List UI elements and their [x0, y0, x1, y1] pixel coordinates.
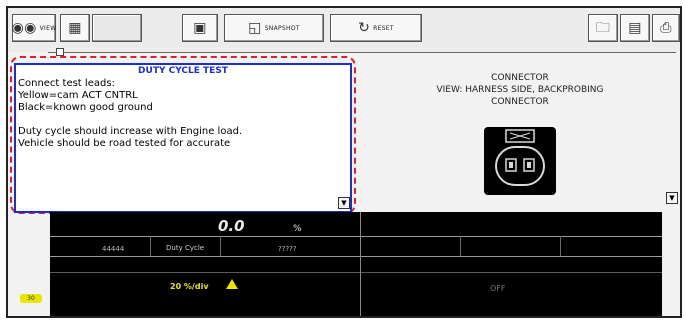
print-button[interactable]: ⎙ — [652, 14, 680, 42]
connector-subtitle: VIEW: HARNESS SIDE, BACKPROBING — [436, 85, 604, 95]
ruler-cursor[interactable] — [56, 48, 64, 56]
meter-unit: % — [293, 224, 302, 234]
toolbar: ◉◉ VIEW ▦ ▣ ◱ SNAPSHOT ↻ RESET 🗀 ▤ ⎙ — [8, 8, 680, 52]
connector-scroll-down-button[interactable]: ▼ — [666, 192, 678, 204]
binoculars-icon: ◉◉ — [11, 20, 37, 36]
reset-button[interactable]: ↻ RESET — [330, 14, 422, 42]
duty-cycle-label: Duty Cycle — [166, 244, 205, 252]
reset-label: RESET — [373, 24, 394, 32]
panel-scroll-down-button[interactable]: ▼ — [338, 197, 350, 209]
trigger-marker-icon[interactable] — [226, 279, 238, 289]
scope-graph — [50, 212, 662, 316]
record-button[interactable]: ▣ — [182, 14, 218, 42]
view-button[interactable]: ◉◉ VIEW — [12, 14, 56, 42]
scope-window: ◉◉ VIEW ▦ ▣ ◱ SNAPSHOT ↻ RESET 🗀 ▤ ⎙ DUT… — [6, 6, 682, 318]
level-marker[interactable]: 30 — [20, 294, 42, 303]
snapshot-button[interactable]: ◱ SNAPSHOT — [224, 14, 324, 42]
connector-diagram — [484, 127, 556, 195]
panel-line: Connect test leads: — [18, 78, 115, 89]
meter-reading: 0.0 — [218, 217, 245, 235]
layout-button[interactable]: ▦ — [60, 14, 90, 42]
connector-title: CONNECTOR — [491, 73, 549, 83]
panel-line: Yellow=cam ACT CNTRL — [18, 90, 138, 101]
panel-line: Vehicle should be road tested for accura… — [18, 138, 231, 149]
graph-divider — [50, 236, 662, 237]
panel-title: DUTY CYCLE TEST — [138, 66, 228, 76]
graph-divider — [50, 256, 662, 257]
folder-icon: 🗀 — [595, 20, 611, 36]
snapshot-label: SNAPSHOT — [264, 24, 300, 32]
graph-gridline — [560, 236, 561, 256]
save-icon: ▤ — [628, 20, 642, 36]
scale-label: 20 %/div — [170, 282, 209, 291]
print-icon: ⎙ — [660, 20, 672, 36]
snapshot-icon: ◱ — [248, 20, 262, 36]
folder-button[interactable]: 🗀 — [588, 14, 618, 42]
reset-icon: ↻ — [358, 20, 371, 36]
connector-icon — [495, 129, 545, 186]
graph-gridline — [460, 236, 461, 256]
graph-divider — [50, 272, 662, 273]
right-tick-label: ????? — [278, 245, 297, 253]
panel-line: Duty cycle should increase with Engine l… — [18, 126, 243, 137]
connector-subtitle2: CONNECTOR — [491, 97, 549, 107]
panel-line: Black=known good ground — [18, 102, 153, 113]
graph-split — [360, 212, 361, 316]
view-label: VIEW — [39, 24, 57, 32]
connector-heading: CONNECTOR VIEW: HARNESS SIDE, BACKPROBIN… — [360, 72, 680, 108]
blank-button[interactable] — [92, 14, 142, 42]
panel-spacer — [16, 114, 350, 126]
left-tick-label: 44444 — [102, 245, 125, 253]
graph-gridline — [220, 236, 221, 256]
camera-icon: ▣ — [193, 20, 207, 36]
time-ruler — [48, 52, 676, 53]
channel-status: OFF — [490, 284, 506, 293]
info-panel: DUTY CYCLE TEST Connect test leads: Yell… — [14, 63, 352, 213]
grid-layout-icon: ▦ — [68, 20, 82, 36]
graph-gridline — [150, 236, 151, 256]
save-button[interactable]: ▤ — [620, 14, 650, 42]
